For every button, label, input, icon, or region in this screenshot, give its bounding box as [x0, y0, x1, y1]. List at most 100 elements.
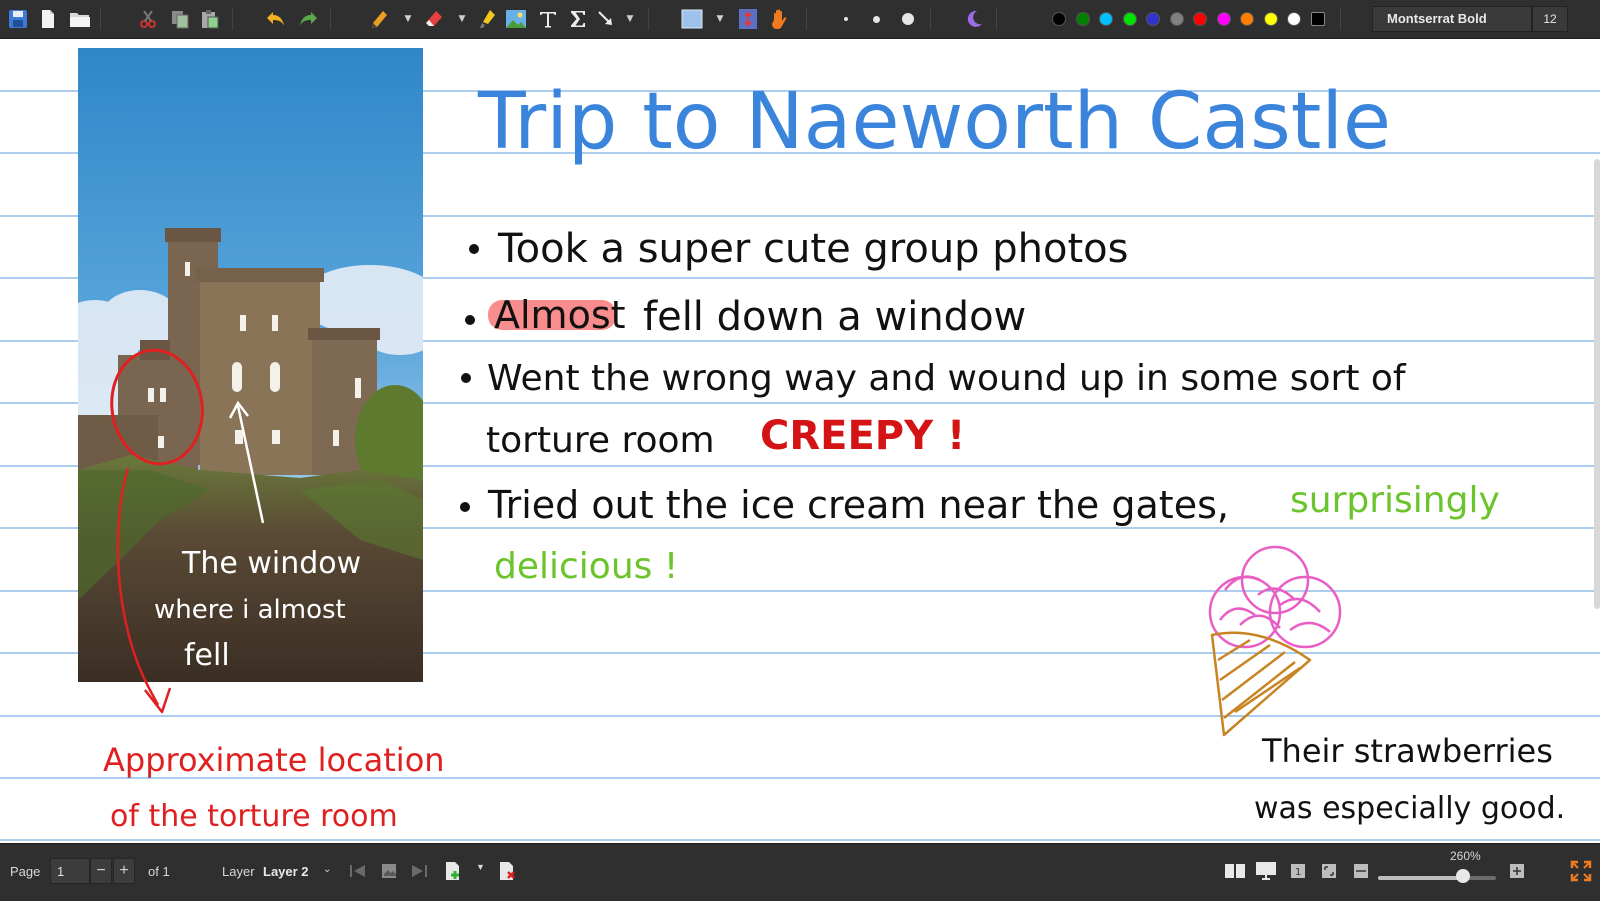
page-label: Page: [10, 864, 41, 879]
bullet-3-line-1[interactable]: Went the wrong way and wound up in some …: [487, 358, 1407, 399]
add-layer-dropdown-chevron-icon[interactable]: ▼: [476, 862, 485, 872]
layer-dropdown-chevron-icon[interactable]: ⌄: [323, 864, 331, 875]
pen-size-thick-icon[interactable]: [896, 7, 920, 31]
color-swatch[interactable]: [1240, 12, 1254, 26]
color-swatch[interactable]: [1146, 12, 1160, 26]
note-title[interactable]: Trip to Naeworth Castle: [477, 77, 1391, 167]
toolbar-separator: [930, 8, 931, 30]
eraser-icon[interactable]: [422, 7, 446, 31]
pen-icon[interactable]: [368, 7, 392, 31]
vertical-space-icon[interactable]: [736, 7, 760, 31]
arrow-tool-icon[interactable]: [594, 7, 618, 31]
two-page-view-icon[interactable]: [1224, 860, 1246, 882]
color-swatch[interactable]: [1099, 12, 1113, 26]
bullet-4-line-1[interactable]: Tried out the ice cream near the gates,: [487, 483, 1229, 527]
new-document-icon[interactable]: [36, 7, 60, 31]
pen-dropdown-chevron-icon[interactable]: ▼: [402, 12, 414, 26]
red-arrow-head: [144, 687, 172, 714]
delicious-text[interactable]: delicious !: [494, 546, 678, 587]
bullet-dot: [461, 373, 471, 383]
cut-icon[interactable]: [136, 7, 160, 31]
zoom-fit-icon[interactable]: [1318, 860, 1340, 882]
toolbar-separator: [648, 8, 649, 30]
fullscreen-icon[interactable]: [1570, 860, 1592, 882]
photo-caption-line-2[interactable]: where i almost: [154, 595, 346, 625]
font-size-field[interactable]: 12: [1532, 6, 1568, 32]
torture-room-note-line-2[interactable]: of the torture room: [110, 799, 398, 834]
color-swatch[interactable]: [1216, 12, 1231, 26]
font-selector[interactable]: Montserrat Bold: [1372, 6, 1532, 32]
color-picker-moon-icon[interactable]: [962, 7, 986, 31]
color-swatch[interactable]: [1075, 12, 1090, 26]
main-toolbar: ▼ ▼ ▼ ▼ Montserrat Bold 12: [0, 0, 1600, 39]
zoom-level-label: 260%: [1450, 849, 1481, 863]
toolbar-separator: [806, 8, 807, 30]
text-tool-icon[interactable]: [536, 7, 560, 31]
zoom-100-icon[interactable]: 1: [1287, 860, 1309, 882]
icecream-note-line-2[interactable]: was especially good.: [1254, 791, 1565, 826]
color-swatch[interactable]: [1052, 12, 1066, 26]
toolbar-separator: [996, 8, 997, 30]
color-swatch[interactable]: [1193, 12, 1207, 26]
hand-pan-icon[interactable]: [768, 7, 792, 31]
presentation-mode-icon[interactable]: [1255, 860, 1277, 882]
formula-sigma-icon[interactable]: [566, 7, 590, 31]
color-swatch[interactable]: [1122, 12, 1137, 26]
image-icon[interactable]: [504, 7, 528, 31]
bullet-2-text[interactable]: fell down a window: [643, 294, 1026, 340]
select-dropdown-chevron-icon[interactable]: ▼: [714, 12, 726, 26]
zoom-width-icon[interactable]: [1350, 860, 1372, 882]
note-page[interactable]: Trip to Naeworth Castle Took a super cut…: [0, 39, 1600, 843]
page-number-input[interactable]: 1: [50, 858, 90, 884]
copy-icon[interactable]: [168, 7, 192, 31]
vertical-scrollbar[interactable]: [1594, 159, 1600, 609]
status-bar: Page 1 − + of 1 Layer Layer 2 ⌄ ▼ 1 260%: [0, 843, 1600, 901]
zoom-slider[interactable]: [1378, 876, 1496, 880]
pen-size-medium-icon[interactable]: [864, 7, 888, 31]
surprisingly-text[interactable]: surprisingly: [1290, 480, 1500, 521]
page-decrement-button[interactable]: −: [90, 858, 112, 884]
toolbar-separator: [1340, 8, 1341, 30]
open-folder-icon[interactable]: [68, 7, 92, 31]
creepy-text[interactable]: CREEPY !: [760, 413, 965, 459]
layer-first-icon[interactable]: [347, 860, 369, 882]
toolbar-separator: [232, 8, 233, 30]
select-rectangle-icon[interactable]: [680, 7, 704, 31]
save-icon[interactable]: [6, 7, 30, 31]
zoom-in-icon[interactable]: [1506, 860, 1528, 882]
bullet-dot: [460, 502, 470, 512]
torture-room-note-line-1[interactable]: Approximate location: [103, 741, 445, 779]
bullet-dot: [465, 315, 475, 325]
delete-layer-icon[interactable]: [496, 860, 518, 882]
layer-selector[interactable]: Layer 2: [263, 864, 309, 879]
toolbar-separator: [330, 8, 331, 30]
toolbar-separator: [100, 8, 101, 30]
photo-caption-line-3[interactable]: fell: [184, 638, 230, 673]
arrow-dropdown-chevron-icon[interactable]: ▼: [624, 12, 636, 26]
bullet-2-highlighted-word[interactable]: Almost: [494, 293, 626, 337]
color-swatch[interactable]: [1263, 12, 1278, 26]
color-swatch[interactable]: [1169, 12, 1184, 26]
icecream-note-line-1[interactable]: Their strawberries: [1261, 732, 1553, 770]
castle-photo[interactable]: [50, 48, 440, 682]
bullet-3-line-2[interactable]: torture room: [486, 420, 715, 461]
zoom-slider-thumb[interactable]: [1455, 869, 1470, 883]
eraser-dropdown-chevron-icon[interactable]: ▼: [456, 12, 468, 26]
color-swatch[interactable]: [1310, 12, 1325, 26]
bullet-dot: [469, 244, 479, 254]
page-total: of 1: [148, 864, 170, 879]
note-drawing: Trip to Naeworth Castle Took a super cut…: [0, 48, 1600, 841]
paste-icon[interactable]: [198, 7, 222, 31]
layer-stack-icon[interactable]: [378, 860, 400, 882]
layer-next-icon[interactable]: [408, 860, 430, 882]
color-swatch[interactable]: [1287, 12, 1301, 26]
photo-caption-line-1[interactable]: The window: [181, 546, 361, 581]
redo-icon[interactable]: [296, 7, 320, 31]
page-increment-button[interactable]: +: [113, 858, 135, 884]
bullet-1-text[interactable]: Took a super cute group photos: [497, 226, 1129, 272]
highlighter-icon[interactable]: [476, 7, 500, 31]
undo-icon[interactable]: [264, 7, 288, 31]
add-layer-icon[interactable]: [442, 860, 464, 882]
ice-cream-doodle-icon[interactable]: [1208, 545, 1342, 737]
pen-size-fine-icon[interactable]: [834, 7, 858, 31]
